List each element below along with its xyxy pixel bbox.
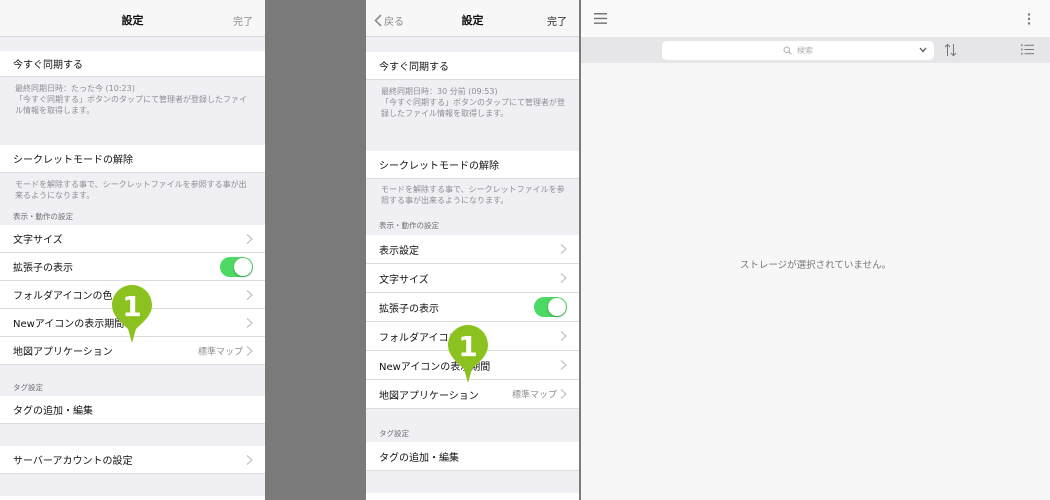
show-extension-row: 拡張子の表示 (366, 293, 579, 322)
display-section-header: 表示・動作の設定 (379, 221, 439, 230)
secret-mode-note: モードを解除する事で、シークレットファイルを参照する事が出来るようになります。 (381, 185, 565, 205)
left-navbar: 設定 完了 (0, 0, 265, 37)
search-placeholder: 検索 (797, 46, 813, 55)
show-extension-row: 拡張子の表示 (0, 253, 265, 281)
toggle-knob (234, 257, 252, 276)
new-icon-period-label: Newアイコンの表示期間 (13, 319, 125, 330)
empty-state-message: ストレージが選択されていません。 (739, 260, 892, 271)
display-section-header: 表示・動作の設定 (13, 212, 73, 221)
server-account-row[interactable]: サーバーアカウントの設定 (0, 446, 265, 474)
show-extension-toggle[interactable] (220, 256, 253, 277)
chevron-right-icon (560, 330, 567, 342)
secret-mode-release-button[interactable]: シークレットモードの解除 (0, 145, 265, 173)
server-account-label: サーバーアカウントの設定 (13, 456, 133, 467)
bottom-row (366, 493, 579, 500)
sync-note: 最終同期日時：30 分前 (09:53) 「今すぐ同期する」ボタンのタップにて管… (381, 87, 565, 118)
tag-edit-row[interactable]: タグの追加・編集 (0, 396, 265, 424)
list-view-icon[interactable] (1021, 44, 1034, 55)
tag-section-header: タグ設定 (13, 383, 43, 392)
chevron-down-icon[interactable] (919, 47, 927, 53)
font-size-row[interactable]: 文字サイズ (366, 264, 579, 293)
map-application-value: 標準マップ (511, 390, 557, 401)
more-vertical-icon[interactable] (1027, 13, 1031, 25)
right-settings-panel: 戻る 設定 完了 今すぐ同期する 最終同期日時：30 分前 (09:53) 「今… (366, 0, 579, 500)
main-header (581, 0, 1050, 37)
map-application-label: 地図アプリケーション (13, 347, 113, 358)
main-panel: 検索 ストレージが選択されていません。 (581, 0, 1050, 500)
chevron-right-icon (246, 289, 253, 300)
map-application-label: 地図アプリケーション (379, 390, 479, 402)
callout-marker: 1 (112, 285, 152, 343)
marker-number: 1 (122, 290, 141, 323)
tag-edit-row[interactable]: タグの追加・編集 (366, 442, 579, 471)
hamburger-menu-icon[interactable] (594, 13, 607, 24)
show-extension-toggle[interactable] (534, 297, 567, 317)
search-input[interactable]: 検索 (662, 41, 934, 60)
page-title: 設定 (121, 14, 144, 27)
right-navbar: 戻る 設定 完了 (366, 0, 579, 37)
secret-mode-note: モードを解除する事で、シークレットファイルを参照する事が出来るようになります。 (15, 180, 247, 200)
sort-icon[interactable] (944, 43, 957, 57)
secret-mode-label: シークレットモードの解除 (379, 161, 499, 172)
toggle-knob (548, 298, 566, 316)
secret-mode-release-button[interactable]: シークレットモードの解除 (366, 151, 579, 179)
left-settings-panel: 設定 完了 今すぐ同期する 最終同期日時：たった今 (10:23) 「今すぐ同期… (0, 0, 265, 500)
sync-now-label: 今すぐ同期する (379, 62, 449, 73)
main-toolbar: 検索 (581, 37, 1050, 63)
folder-icon-color-label: フォルダアイコンの色 (13, 291, 113, 302)
tag-edit-label: タグの追加・編集 (13, 406, 93, 417)
marker-number: 1 (458, 330, 477, 363)
chevron-right-icon (246, 454, 253, 465)
display-settings-row[interactable]: 表示設定 (366, 235, 579, 264)
chevron-right-icon (246, 317, 253, 328)
show-extension-label: 拡張子の表示 (13, 263, 73, 274)
sync-now-button[interactable]: 今すぐ同期する (366, 52, 579, 80)
secret-mode-label: シークレットモードの解除 (13, 155, 133, 166)
tag-edit-label: タグの追加・編集 (379, 452, 459, 464)
font-size-label: 文字サイズ (379, 274, 429, 286)
chevron-right-icon (246, 345, 253, 356)
chevron-right-icon (560, 359, 567, 371)
chevron-right-icon (560, 272, 567, 284)
chevron-right-icon (560, 243, 567, 255)
chevron-right-icon (560, 388, 567, 400)
chevron-right-icon (246, 233, 253, 244)
map-application-value: 標準マップ (197, 347, 243, 357)
callout-marker: 1 (448, 325, 488, 383)
bottom-row (0, 496, 265, 500)
sync-note: 最終同期日時：たった今 (10:23) 「今すぐ同期する」ボタンのタップにて管理… (15, 84, 247, 115)
font-size-label: 文字サイズ (13, 235, 63, 246)
display-settings-label: 表示設定 (379, 245, 419, 257)
done-button[interactable]: 完了 (547, 13, 567, 28)
font-size-row[interactable]: 文字サイズ (0, 225, 265, 253)
search-icon (783, 46, 792, 55)
sync-now-label: 今すぐ同期する (13, 60, 83, 71)
done-button[interactable]: 完了 (233, 13, 253, 28)
sync-now-button[interactable]: 今すぐ同期する (0, 51, 265, 77)
show-extension-label: 拡張子の表示 (379, 303, 439, 315)
tag-section-header: タグ設定 (379, 429, 409, 438)
